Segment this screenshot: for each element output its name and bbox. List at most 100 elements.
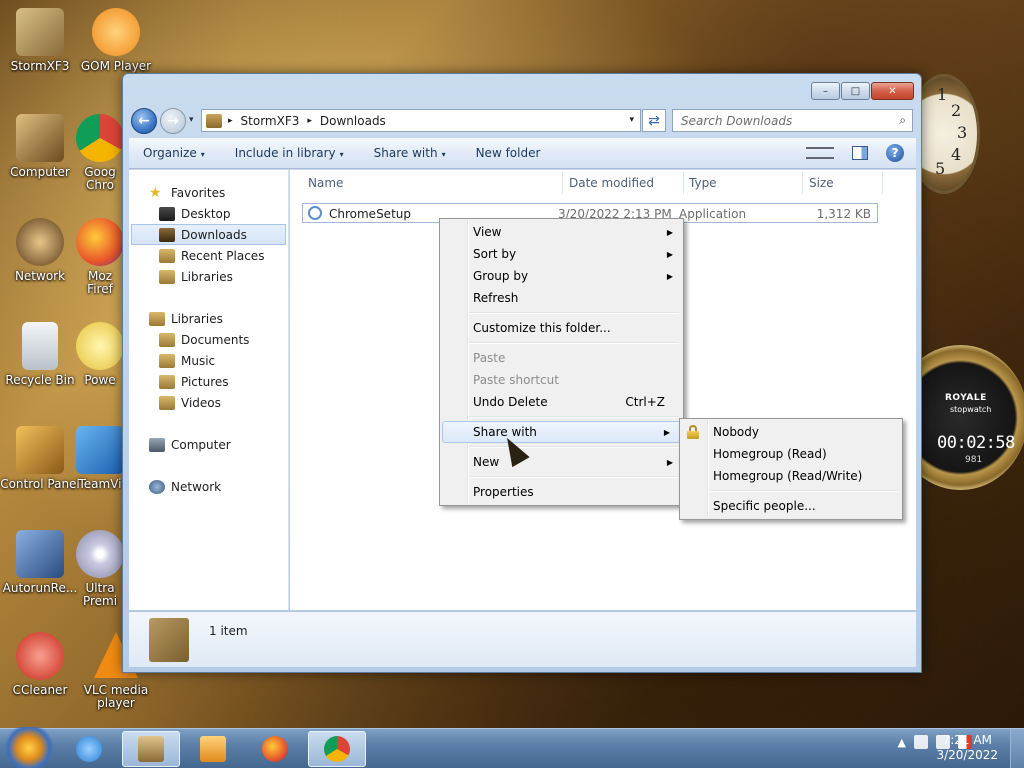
ctx-label: New xyxy=(473,455,500,469)
breadcrumb-separator[interactable]: ▸ xyxy=(228,116,233,126)
chevron-down-icon: ▾ xyxy=(441,150,446,159)
ctx-refresh[interactable]: Refresh xyxy=(440,287,683,309)
desktop-icon-autorun[interactable]: AutorunRe... xyxy=(0,530,80,595)
power-icon xyxy=(76,322,124,370)
ctx-view[interactable]: View ▶ xyxy=(440,221,683,243)
forward-button[interactable]: → xyxy=(160,108,186,134)
toolbar-right: ? xyxy=(806,144,904,162)
desktop-icon-label: Moz Firef xyxy=(87,269,113,296)
nav-music[interactable]: Music xyxy=(129,350,288,371)
start-button[interactable] xyxy=(2,727,56,768)
nav-videos[interactable]: Videos xyxy=(129,392,288,413)
desktop-icon-network[interactable]: Network xyxy=(0,218,80,283)
nav-libraries-favorite[interactable]: Libraries xyxy=(129,266,288,287)
close-button[interactable]: ✕ xyxy=(871,82,914,100)
submenu-arrow-icon: ▶ xyxy=(666,227,673,237)
nav-label: Recent Places xyxy=(181,248,265,263)
network-icon xyxy=(149,479,165,494)
nav-computer[interactable]: Computer xyxy=(129,434,288,455)
search-icon[interactable]: ⌕ xyxy=(899,113,906,128)
ctx-new[interactable]: New ▶ xyxy=(440,451,683,473)
nav-desktop[interactable]: Desktop xyxy=(129,203,288,224)
column-name[interactable]: Name xyxy=(308,176,343,190)
submenu-arrow-icon: ▶ xyxy=(666,271,673,281)
desktop-icon-recycle-bin[interactable]: Recycle Bin xyxy=(0,322,80,387)
search-input[interactable]: Search Downloads ⌕ xyxy=(672,109,913,132)
media-taskbar-button[interactable] xyxy=(184,731,242,767)
ctx-sort-by[interactable]: Sort by ▶ xyxy=(440,243,683,265)
clock-number: 3 xyxy=(957,123,968,142)
show-desktop-button[interactable] xyxy=(1010,729,1024,768)
folder-icon xyxy=(206,113,222,128)
column-divider[interactable] xyxy=(802,172,803,194)
share-with-menu[interactable]: Share with ▾ xyxy=(374,146,446,160)
menu-separator xyxy=(440,413,683,421)
help-icon[interactable]: ? xyxy=(886,144,904,162)
share-specific-people[interactable]: Specific people... xyxy=(680,495,902,517)
desktop-icon-gom-player[interactable]: GOM Player xyxy=(76,8,156,73)
desktop-icon-stormxf3[interactable]: StormXF3 xyxy=(0,8,80,73)
desktop-icon-ultra[interactable]: Ultra Premi xyxy=(76,530,124,608)
ctx-share-with[interactable]: Share with ▶ xyxy=(442,421,681,443)
minimize-button[interactable]: – xyxy=(811,82,840,100)
address-bar[interactable]: ▸ StormXF3 ▸ Downloads ▾ xyxy=(201,109,641,132)
desktop-icon-computer[interactable]: Computer xyxy=(0,114,80,179)
breadcrumb-separator[interactable]: ▸ xyxy=(307,116,312,126)
desktop-icon-teamviewer[interactable]: TeamVi xyxy=(76,426,124,491)
recent-pages-dropdown[interactable]: ▾ xyxy=(189,115,194,125)
preview-pane-icon[interactable] xyxy=(852,146,868,160)
ctx-group-by[interactable]: Group by ▶ xyxy=(440,265,683,287)
refresh-button[interactable]: ⇄ xyxy=(642,109,666,132)
nav-documents[interactable]: Documents xyxy=(129,329,288,350)
music-icon xyxy=(159,353,175,368)
share-with-submenu: Nobody Homegroup (Read) Homegroup (Read/… xyxy=(679,418,903,520)
column-date-modified[interactable]: Date modified xyxy=(569,176,654,190)
column-type[interactable]: Type xyxy=(689,176,717,190)
maximize-button[interactable]: □ xyxy=(841,82,870,100)
clock-date: 3/20/2022 xyxy=(936,748,998,762)
breadcrumb-downloads[interactable]: Downloads xyxy=(320,114,386,128)
ctx-label: Sort by xyxy=(473,247,517,261)
show-hidden-icons-button[interactable]: ▲ xyxy=(898,736,906,749)
firefox-taskbar-button[interactable] xyxy=(246,731,304,767)
explorer-taskbar-button[interactable] xyxy=(122,731,180,767)
desktop-icon-chrome[interactable]: Goog Chro xyxy=(76,114,124,192)
new-folder-button[interactable]: New folder xyxy=(476,146,541,160)
share-homegroup-readwrite[interactable]: Homegroup (Read/Write) xyxy=(680,465,902,487)
include-in-library-menu[interactable]: Include in library ▾ xyxy=(235,146,344,160)
view-options-icon[interactable] xyxy=(806,147,834,159)
desktop-icon-power[interactable]: Powe xyxy=(76,322,124,387)
action-center-flag-icon[interactable] xyxy=(914,735,928,749)
stopwatch-brand: ROYALE xyxy=(945,393,987,403)
address-dropdown[interactable]: ▾ xyxy=(629,115,634,125)
desktop-icon-firefox[interactable]: Moz Firef xyxy=(76,218,124,296)
share-nobody[interactable]: Nobody xyxy=(680,421,902,443)
ctx-undo-delete[interactable]: Undo Delete Ctrl+Z xyxy=(440,391,683,413)
ctx-properties[interactable]: Properties xyxy=(440,481,683,503)
desktop-icon-control-panel[interactable]: Control Panel xyxy=(0,426,80,491)
back-button[interactable]: ← xyxy=(131,108,157,134)
nav-pictures[interactable]: Pictures xyxy=(129,371,288,392)
share-homegroup-read[interactable]: Homegroup (Read) xyxy=(680,443,902,465)
organize-menu[interactable]: Organize ▾ xyxy=(143,146,205,160)
ctx-customize-folder[interactable]: Customize this folder... xyxy=(440,317,683,339)
share-label: Share with xyxy=(373,146,438,160)
desktop-icon-ccleaner[interactable]: CCleaner xyxy=(0,632,80,697)
breadcrumb-stormxf3[interactable]: StormXF3 xyxy=(241,114,300,128)
nav-network[interactable]: Network xyxy=(129,476,288,497)
taskbar-clock[interactable]: 7:21 AM 3/20/2022 xyxy=(936,733,998,763)
nav-recent-places[interactable]: Recent Places xyxy=(129,245,288,266)
column-divider[interactable] xyxy=(562,172,563,194)
nav-favorites[interactable]: ★ Favorites xyxy=(129,182,288,203)
context-menu: View ▶ Sort by ▶ Group by ▶ Refresh Customi… xyxy=(439,218,684,506)
column-divider[interactable] xyxy=(683,172,684,194)
ie-taskbar-button[interactable] xyxy=(60,731,118,767)
nav-libraries[interactable]: Libraries xyxy=(129,308,288,329)
column-size[interactable]: Size xyxy=(809,176,834,190)
nav-downloads[interactable]: Downloads xyxy=(131,224,286,245)
chrome-taskbar-button[interactable] xyxy=(308,731,366,767)
organize-label: Organize xyxy=(143,146,197,160)
teamviewer-icon xyxy=(76,426,124,474)
column-divider[interactable] xyxy=(882,172,883,194)
